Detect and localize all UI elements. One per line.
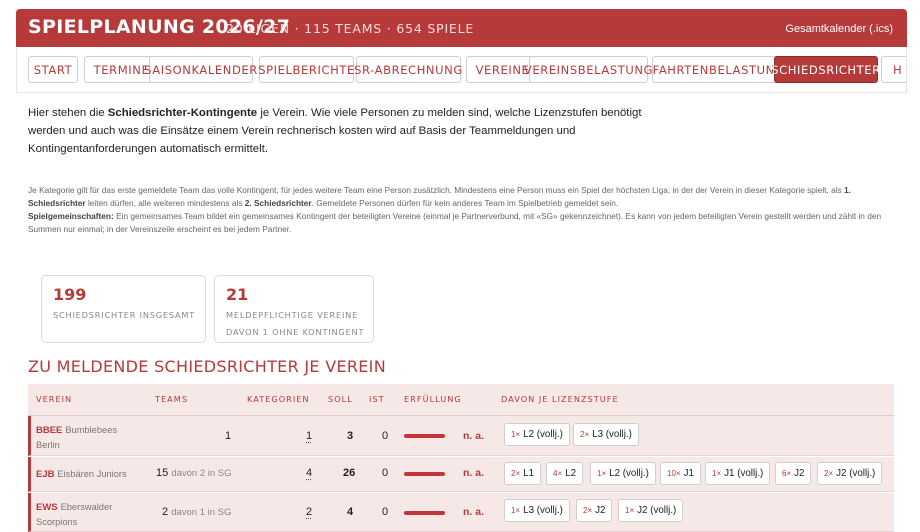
club-cell: EWS Eberswalder Scorpions bbox=[36, 502, 113, 527]
app-header: SPIELPLANUNG 2026/27 20 LIGEN · 115 TEAM… bbox=[16, 9, 907, 47]
intro-text: Hier stehen die Schiedsrichter-Kontingen… bbox=[28, 107, 642, 155]
ist-value: 0 bbox=[382, 467, 389, 479]
stat-value: 21 bbox=[226, 285, 249, 304]
fulfillment-bar bbox=[404, 511, 445, 515]
stat-card-referees-total: 199 Schiedsrichter insgesamt bbox=[41, 275, 206, 343]
col-ist[interactable]: Ist bbox=[369, 394, 385, 404]
license-chip: 1× L3 (vollj.) bbox=[504, 499, 570, 522]
season-stats: 20 LIGEN · 115 TEAMS · 654 SPIELE bbox=[226, 21, 475, 36]
col-lizenzstufe: Davon je Lizenzstufe bbox=[501, 394, 619, 404]
calendar-export-link[interactable]: Gesamtkalender (.ics) bbox=[785, 23, 893, 35]
tab-spielberichte[interactable]: Spielberichte bbox=[258, 56, 354, 83]
stat-card-clubs: 21 Meldepflichtige Vereine davon 1 ohne … bbox=[214, 275, 374, 343]
license-chip: 6× J2 bbox=[775, 462, 812, 485]
tab-sr-abrechnung[interactable]: SR-Abrechnung bbox=[354, 56, 462, 83]
license-chip: 2× L1 bbox=[504, 462, 542, 485]
fulfillment-status: n. a. bbox=[463, 430, 485, 442]
club-cell: BBEE Bumblebees Berlin bbox=[36, 425, 118, 450]
table-row[interactable]: EJB Eisbären Juniors 15 davon 2 in SG 4 … bbox=[28, 457, 894, 492]
fulfillment-status: n. a. bbox=[463, 506, 485, 518]
main-nav: Start Termine Saisonkalender Spielberich… bbox=[16, 47, 907, 93]
tab-saisonkalender[interactable]: Saisonkalender bbox=[144, 56, 257, 83]
stat-label: Meldepflichtige Vereine davon 1 ohne Kon… bbox=[226, 310, 365, 337]
categories-count[interactable]: 2 bbox=[306, 506, 312, 518]
soll-value: 4 bbox=[347, 506, 354, 518]
rules-note: Je Kategorie gilt für das erste gemeldet… bbox=[28, 185, 882, 234]
teams-count: 1 bbox=[225, 430, 232, 442]
license-chip: 1× L2 (vollj.) bbox=[504, 423, 570, 446]
soll-value: 3 bbox=[347, 430, 354, 442]
license-chip: 2× L3 (vollj.) bbox=[573, 423, 639, 446]
license-chip: 4× L2 bbox=[546, 462, 584, 485]
table-row[interactable]: BBEE Bumblebees Berlin 1 1 3 0 n. a. 1× L… bbox=[28, 416, 894, 456]
col-erfuellung[interactable]: Erfüllung bbox=[404, 394, 462, 404]
license-chip: 2× J2 bbox=[576, 499, 613, 522]
soll-value: 26 bbox=[343, 467, 356, 479]
table-row[interactable]: EWS Eberswalder Scorpions 2 davon 1 in S… bbox=[28, 493, 894, 532]
license-chip: 1× L2 (vollj.) bbox=[590, 462, 656, 485]
categories-count[interactable]: 4 bbox=[306, 467, 312, 479]
tab-fahrtenbelastung[interactable]: Fahrtenbelastung bbox=[652, 56, 785, 83]
tab-overflow[interactable]: H bbox=[881, 56, 906, 83]
tab-schiedsrichter[interactable]: Schiedsrichter bbox=[771, 56, 880, 83]
club-cell: EJB Eisbären Juniors bbox=[36, 469, 127, 480]
fulfillment-bar bbox=[404, 434, 445, 438]
stat-value: 199 bbox=[53, 285, 87, 304]
col-verein[interactable]: Verein bbox=[36, 394, 72, 404]
ist-value: 0 bbox=[382, 506, 389, 518]
teams-count: 15 davon 2 in SG bbox=[156, 467, 232, 479]
tab-start[interactable]: Start bbox=[28, 56, 78, 83]
fulfillment-bar bbox=[404, 472, 445, 476]
license-chip: 10× J1 bbox=[660, 462, 701, 485]
categories-count[interactable]: 1 bbox=[306, 430, 312, 442]
fulfillment-status: n. a. bbox=[463, 467, 485, 479]
tab-vereinsbelastung[interactable]: Vereinsbelastung bbox=[524, 56, 653, 83]
stat-label: Schiedsrichter insgesamt bbox=[53, 310, 196, 320]
ist-value: 0 bbox=[382, 430, 389, 442]
col-teams[interactable]: Teams bbox=[155, 394, 188, 404]
section-title: Zu meldende Schiedsrichter je Verein bbox=[28, 357, 386, 376]
col-kategorien[interactable]: Kategorien bbox=[247, 394, 310, 404]
license-chip: 2× J2 (vollj.) bbox=[817, 462, 883, 485]
col-soll[interactable]: Soll bbox=[328, 394, 353, 404]
license-chip: 1× J2 (vollj.) bbox=[618, 499, 684, 522]
teams-count: 2 davon 1 in SG bbox=[162, 506, 232, 518]
table-header: Verein Teams Kategorien Soll Ist Erfüllu… bbox=[28, 384, 894, 416]
license-chip: 1× J1 (vollj.) bbox=[705, 462, 771, 485]
